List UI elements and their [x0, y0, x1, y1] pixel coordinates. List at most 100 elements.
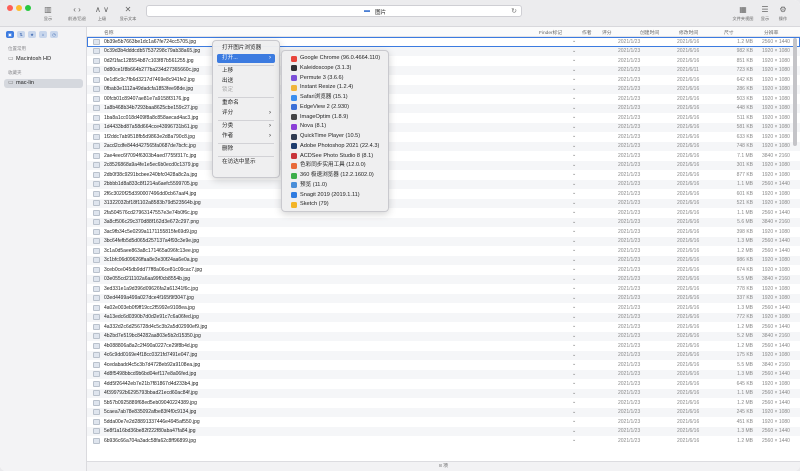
sidebar-toggle-button[interactable]: ▥ 显示: [40, 5, 56, 22]
table-row[interactable]: 2db0f38c9291bcbee240bfc0428a8c2a.jpg ⌄ 202…: [87, 170, 800, 180]
menu-app-item[interactable]: QuickTime Player (10.5): [286, 132, 384, 142]
table-row[interactable]: 1d4433bd87a58d664cce43996731b61.jpg ⌄ 2021…: [87, 122, 800, 132]
menu-app-item[interactable]: Adobe Photoshop 2021 (22.4.3): [286, 142, 384, 152]
column-resolution[interactable]: 分辨率: [764, 29, 778, 36]
minimize-window-button[interactable]: [16, 5, 22, 11]
table-row[interactable]: 2fa504576cd27963147557e3e74b0f6c.jpg ⌄ 202…: [87, 208, 800, 218]
table-row[interactable]: 4a13edc6d0390b7d0d2e91c7c6a06fed.jpg ⌄ 202…: [87, 312, 800, 322]
menu-rating[interactable]: 评分 ›: [217, 109, 275, 119]
table-row[interactable]: 3ceb0ce045db9dd77ff8a06ce81c09cac7.jpg ⌄ 2…: [87, 265, 800, 275]
table-row[interactable]: 4b2bd7e519bc84282aa803e5b2d15350.jpg ⌄ 202…: [87, 331, 800, 341]
table-row[interactable]: 4d8f5498bbcd9b6bd04ef117e8a06fed.jpg ⌄ 202…: [87, 369, 800, 379]
menu-app-item[interactable]: Safari浏览器 (15.1): [286, 93, 384, 103]
column-size[interactable]: 尺寸: [724, 29, 734, 36]
column-name[interactable]: 名称: [104, 29, 114, 36]
menu-delete[interactable]: 删除: [217, 145, 275, 155]
close-window-button[interactable]: [7, 5, 13, 11]
menu-app-item[interactable]: 预览 (11.0): [286, 181, 384, 191]
table-row[interactable]: 1ba8a1cc018d409f8a8c858aecad4ac3.jpg ⌄ 202…: [87, 113, 800, 123]
table-row[interactable]: 2f6c3020f25d390007496dd0cb67aaf4.jpg ⌄ 202…: [87, 189, 800, 199]
table-row[interactable]: 5e8f1a16bd36be82f222f80aba47fa84.jpg ⌄ 202…: [87, 426, 800, 436]
menu-app-item[interactable]: Snagit 2019 (2019.1.11): [286, 191, 384, 201]
menu-app-item[interactable]: Permute 3 (3.6.6): [286, 74, 384, 84]
menu-rename[interactable]: 重命名: [217, 99, 275, 109]
table-row[interactable]: 1f2ddc7ab9518fb5d9863e2d8a790c8.jpg ⌄ 2021…: [87, 132, 800, 142]
table-row[interactable]: 2acd2cdfe844d427565fa0687de7bcfc.jpg ⌄ 202…: [87, 141, 800, 151]
table-row[interactable]: 0b39e5b7663be1dc1a67fe724cc5705.jpg ⌄ 2021…: [87, 37, 800, 47]
table-row[interactable]: 3a8cf506c29c370d88f162d3e672c297.png ⌄ 202…: [87, 217, 800, 227]
path-bar[interactable]: ▬ 图片 ↻: [146, 5, 522, 17]
table-row[interactable]: 0d2f1fac128554b87c103f87b561255.jpg ⌄ 2021…: [87, 56, 800, 66]
column-created[interactable]: 创建时间: [640, 29, 659, 36]
table-row[interactable]: 4c6c9dd0169e4f18cc0321fd7491e047.jpg ⌄ 202…: [87, 350, 800, 360]
menu-app-item[interactable]: Kaleidoscope (3.1.3): [286, 64, 384, 74]
table-row[interactable]: 2ae4eec6f7094f6303b4aed7755f317c.jpg ⌄ 202…: [87, 151, 800, 161]
text-button[interactable]: ✕ 显示文本: [118, 5, 138, 22]
menu-app-item[interactable]: 360 极速浏览器 (12.2.1602.0): [286, 171, 384, 181]
table-row[interactable]: 4a332d2c6d256728d4c5c3b2a5d02990ef9.jpg ⌄…: [87, 322, 800, 332]
table-row[interactable]: 1a8b468b34b7293baa8625cbe159c27.jpg ⌄ 2021…: [87, 103, 800, 113]
table-row[interactable]: 2bbbb1d8a833c8f1214a6aefc5599705.jpg ⌄ 202…: [87, 179, 800, 189]
table-row[interactable]: 3ac9fb34c5e0299a1171155815fe69d9.jpg ⌄ 202…: [87, 227, 800, 237]
table-row[interactable]: 03e055cd211102a6aa99f0cb8554b.jpg ⌄ 2021/1…: [87, 274, 800, 284]
menu-open-with[interactable]: 打开... ›: [217, 53, 275, 63]
menu-category[interactable]: 分类 ›: [217, 122, 275, 132]
table-row[interactable]: 4f399792b6295793bbad21ecd60ac84f.jpg ⌄ 202…: [87, 388, 800, 398]
column-tag[interactable]: Finder标记: [539, 29, 562, 36]
menu-app-label: 预览 (11.0): [300, 181, 327, 188]
table-row[interactable]: 0e1d5c9c7fb6d3217d7469e8c941fe2.jpg ⌄ 2021…: [87, 75, 800, 85]
table-row[interactable]: 03ed4499a499a027dce4f165f9f3047.jpg ⌄ 2021…: [87, 293, 800, 303]
table-row[interactable]: 3ed331e1a9d396d09626fa2a61341f6c.jpg ⌄ 202…: [87, 284, 800, 294]
sidebar-tab-icon[interactable]: ★: [28, 31, 36, 38]
table-row[interactable]: 3bc64fefb5d5d065d257137a4f93c3e9e.jpg ⌄ 20…: [87, 236, 800, 246]
table-row[interactable]: 5dda00e7e2d28891337446e4945af550.jpg ⌄ 202…: [87, 417, 800, 427]
table-row[interactable]: 3c1a0d5aee863a8c171465a096fc13ee.jpg ⌄ 202…: [87, 246, 800, 256]
table-row[interactable]: 4dd5f26442eb7e21b7f81867d4d233b4.jpg ⌄ 202…: [87, 379, 800, 389]
column-rating[interactable]: 评分: [602, 29, 612, 36]
up-button[interactable]: ∧ ∨ 上级: [94, 5, 110, 22]
table-row[interactable]: 4a02e003eb0f9ff19cc2f5992e9108ea.jpg ⌄ 202…: [87, 303, 800, 313]
zoom-window-button[interactable]: [25, 5, 31, 11]
sidebar-tab-icon[interactable]: ⇅: [17, 31, 25, 38]
menu-app-item[interactable]: 色彩同步实用工具 (12.0.0): [286, 161, 384, 171]
sidebar-tab-icon[interactable]: ◷: [50, 31, 58, 38]
folder-view-button[interactable]: ▦ 文件夹视图: [732, 5, 754, 22]
menu-app-item[interactable]: EdgeView 2 (2.930): [286, 103, 384, 113]
display-button[interactable]: ☰ 显示: [758, 5, 772, 22]
sidebar-item-macintosh-hd[interactable]: ▭ Macintosh HD: [4, 55, 83, 64]
menu-lock[interactable]: 锁定: [217, 86, 275, 96]
sidebar-tab-icon[interactable]: ⌂: [39, 31, 47, 38]
sidebar-tab-icon[interactable]: ▣: [6, 31, 14, 38]
menu-app-item[interactable]: Google Chrome (96.0.4664.110): [286, 54, 384, 64]
menu-app-item[interactable]: Sketch (79): [286, 200, 384, 210]
menu-author[interactable]: 作者 ›: [217, 132, 275, 142]
table-row[interactable]: 31322032bf18f1102a8583b79d523564b.jpg ⌄ 20…: [87, 198, 800, 208]
table-row[interactable]: 0c39d3b4dddcdb57537298c79ab38a65.jpg ⌄ 202…: [87, 46, 800, 56]
menu-app-item[interactable]: ImageOptim (1.8.9): [286, 113, 384, 123]
table-row[interactable]: 0fbab3e1112a49dadcfa1853fee98de.jpg ⌄ 2021…: [87, 84, 800, 94]
table-row[interactable]: 3c1bfc06d09626ffaa8e3e30f24aa6e0a.jpg ⌄ 20…: [87, 255, 800, 265]
table-row[interactable]: 6b936c66a704a3adc58fa62c8ff96899.jpg ⌄ 202…: [87, 436, 800, 446]
column-modified[interactable]: 修改时间: [679, 29, 698, 36]
table-row[interactable]: 4cedabadd4c5c3b7d4728eb92a9108ea.jpg ⌄ 202…: [87, 360, 800, 370]
menu-app-item[interactable]: Nova (8.1): [286, 122, 384, 132]
sidebar-item-mac-lin[interactable]: ▭ mac-lin: [4, 79, 83, 88]
table-row[interactable]: 0d80ce1f8b664b277ba234d27365660c.jpg ⌄ 202…: [87, 65, 800, 75]
menu-move-up[interactable]: 上移: [217, 67, 275, 77]
menu-open-viewer[interactable]: 打开图片浏览器: [217, 44, 275, 54]
table-row[interactable]: 4b088806a8a2c2f490a0227ce29f8b4d.jpg ⌄ 202…: [87, 341, 800, 351]
action-button[interactable]: ⚙ 操作: [776, 5, 790, 22]
sidebar-tabs[interactable]: ▣ ⇅ ★ ⌂ ◷: [6, 31, 58, 38]
scrollbar[interactable]: [793, 38, 797, 146]
nav-buttons[interactable]: ‹ › 前进/后退: [66, 5, 88, 22]
table-row[interactable]: 00fcb01c89407ae81e7a9158f3176.jpg ⌄ 2021/1…: [87, 94, 800, 104]
menu-app-item[interactable]: ACDSee Photo Studio 8 (8.1): [286, 152, 384, 162]
menu-reveal-in-finder[interactable]: 在访达中显示: [217, 158, 275, 168]
table-row[interactable]: 5caea7ab78e835092afbe83f4f0c9134.jpg ⌄ 202…: [87, 407, 800, 417]
table-row[interactable]: 5b57b0925889f68ed5eb09040224389.jpg ⌄ 2021…: [87, 398, 800, 408]
refresh-icon[interactable]: ↻: [511, 7, 517, 15]
column-author[interactable]: 作者: [582, 29, 592, 36]
table-row[interactable]: 2c8526868a9a4fe1e5ec6b0ecd0c1379.jpg ⌄ 202…: [87, 160, 800, 170]
menu-move-out[interactable]: 出送: [217, 77, 275, 87]
menu-app-item[interactable]: Instant Resize (1.2.4): [286, 83, 384, 93]
